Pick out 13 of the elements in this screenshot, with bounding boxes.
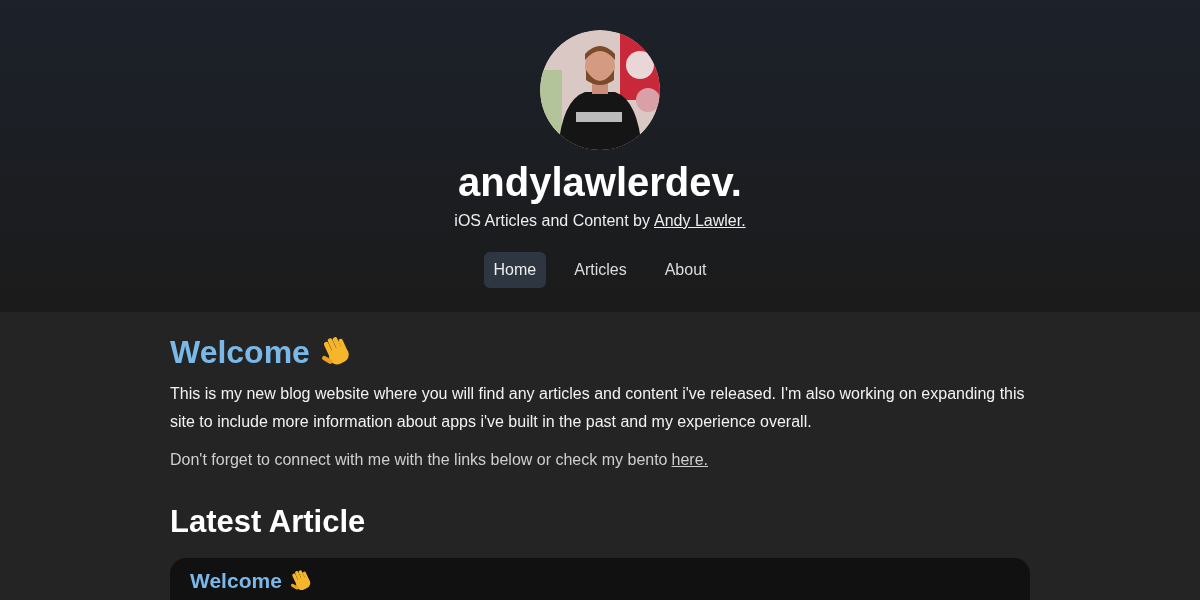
nav-tab[interactable]: About	[654, 252, 717, 288]
tagline: iOS Articles and Content by	[454, 212, 650, 230]
author-link[interactable]: Andy Lawler.	[654, 212, 746, 230]
welcome-heading: Welcome	[170, 333, 310, 372]
latest-heading: Latest Article	[170, 503, 367, 541]
connect-text: Don't forget to connect with me with the links below or check my bento	[170, 450, 668, 470]
article-title[interactable]: Welcome	[190, 569, 282, 593]
intro-paragraph: This is my new blog website where you will find any articles and content i've released. I'm also working on expanding this site to include more information about apps i've built in the past and my experience overall.	[170, 384, 1026, 432]
article-card[interactable]: Welcome	[170, 558, 1030, 600]
nav-tab[interactable]: Articles	[564, 252, 637, 288]
site-title: andylawlerdev.	[458, 159, 742, 206]
nav-tab[interactable]: Home	[483, 252, 547, 288]
bento-link[interactable]: here.	[671, 446, 708, 474]
